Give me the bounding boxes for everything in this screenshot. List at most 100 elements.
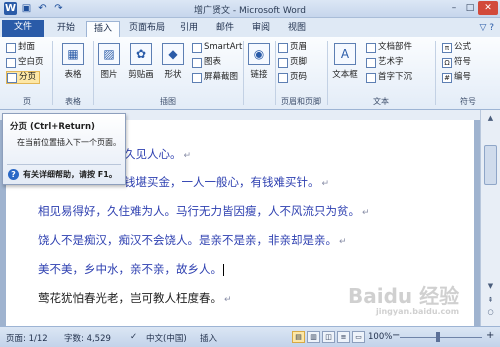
status-mode[interactable]: 插入 <box>200 332 217 344</box>
divider <box>435 41 436 105</box>
tab-page-layout[interactable]: 页面布局 <box>124 21 170 37</box>
outline-view-button[interactable]: ≡ <box>337 331 350 343</box>
group-illustrations: ▨ 图片 ✿ 剪贴画 ◆ 形状 SmartArt 图表 屏幕截图 插图 <box>94 39 242 108</box>
tab-view[interactable]: 视图 <box>282 21 312 37</box>
cover-page-icon <box>6 42 16 53</box>
screenshot-button[interactable]: 屏幕截图 <box>192 71 238 84</box>
ribbon-tabs: 文件 开始 插入 页面布局 引用 邮件 审阅 视图 ▽ ? <box>0 18 500 37</box>
link-button[interactable]: ◉ 链接 <box>244 43 274 80</box>
status-bar: 页面: 1/12 字数: 4,529 ✓ 中文(中国) 插入 ▤ ▥ ◫ ≡ ▭… <box>0 326 500 347</box>
zoom-level[interactable]: 100% <box>368 332 392 342</box>
smartart-button[interactable]: SmartArt <box>192 41 242 54</box>
text-line: 美不美，乡中水，亲不亲，故乡人。 <box>38 262 224 276</box>
group-label-tables: 表格 <box>65 97 81 106</box>
ribbon-help-icon[interactable]: ▽ ? <box>479 23 494 33</box>
web-layout-view-button[interactable]: ◫ <box>322 331 335 343</box>
footer-icon <box>278 57 288 68</box>
tab-insert[interactable]: 插入 <box>86 21 120 37</box>
tooltip: 分页 (Ctrl+Return) 在当前位置插入下一个页面。 ? 有关详细帮助，请… <box>2 113 126 185</box>
textbox-button[interactable]: A 文本框 <box>328 43 362 80</box>
page-number-icon <box>278 72 288 83</box>
wordart-button[interactable]: 艺术字 <box>366 56 404 69</box>
page-number-button[interactable]: 页码 <box>278 71 307 84</box>
group-label-header-footer: 页眉和页脚 <box>281 97 321 106</box>
zoom-in-icon[interactable]: + <box>486 330 494 341</box>
shapes-button[interactable]: ◆ 形状 <box>158 43 188 80</box>
print-layout-view-button[interactable]: ▤ <box>292 331 305 343</box>
group-symbols: π 公式 Ω 符号 # 编号 符号 <box>438 39 498 108</box>
tab-review[interactable]: 审阅 <box>246 21 276 37</box>
chart-button[interactable]: 图表 <box>192 56 221 69</box>
table-icon: ▦ <box>62 43 84 65</box>
blank-page-button[interactable]: 空白页 <box>6 56 44 69</box>
status-words[interactable]: 字数: 4,529 <box>64 332 111 344</box>
text-line: 饶人不是痴汉，痴汉不会饶人。是亲不是亲，非亲却是亲。 ↵ <box>38 233 347 247</box>
page-break-button[interactable]: 分页 <box>6 71 41 84</box>
cover-page-button[interactable]: 封面 <box>6 41 35 54</box>
status-page[interactable]: 页面: 1/12 <box>6 332 48 344</box>
divider <box>7 164 121 165</box>
globe-icon: ◉ <box>248 43 270 65</box>
group-text: A 文本框 文档部件 艺术字 首字下沉 文本 <box>328 39 434 108</box>
scroll-up-icon[interactable]: ▲ <box>484 112 497 124</box>
dropcap-icon <box>366 72 376 83</box>
footer-button[interactable]: 页脚 <box>278 56 307 69</box>
header-button[interactable]: 页眉 <box>278 41 307 54</box>
window-title: 增广贤文 - Microsoft Word <box>194 6 306 16</box>
scroll-thumb[interactable] <box>484 145 497 185</box>
text-line: 莺花犹怕春光老，岂可教人枉度春。 ↵ <box>38 291 232 305</box>
minimize-button[interactable]: – <box>446 1 462 15</box>
window-controls: – □ ✕ <box>446 1 498 15</box>
text-line: 相见易得好，久住难为人。马行无力皆因瘦，人不风流只为贫。 ↵ <box>38 204 370 218</box>
group-label-symbols: 符号 <box>460 97 476 106</box>
symbol-button[interactable]: Ω 符号 <box>442 56 471 69</box>
tab-home[interactable]: 开始 <box>50 21 82 37</box>
draft-view-button[interactable]: ▭ <box>352 331 365 343</box>
scroll-down-icon[interactable]: ▼ <box>484 280 497 292</box>
vertical-scrollbar[interactable]: ▲ ▼ ⇞ ○ <box>480 110 500 326</box>
dropcap-button[interactable]: 首字下沉 <box>366 71 412 84</box>
fullscreen-reading-view-button[interactable]: ▥ <box>307 331 320 343</box>
tooltip-help: ? 有关详细帮助，请按 F1。 <box>8 169 117 180</box>
numbering-button[interactable]: # 编号 <box>442 71 471 84</box>
equation-button[interactable]: π 公式 <box>442 41 471 54</box>
text-line: 久见人心。 ↵ <box>124 147 192 161</box>
omega-icon: Ω <box>442 57 452 68</box>
clipart-button[interactable]: ✿ 剪贴画 <box>124 43 158 80</box>
picture-button[interactable]: ▨ 图片 <box>94 43 124 80</box>
group-header-footer: 页眉 页脚 页码 页眉和页脚 <box>276 39 326 108</box>
text-line: 钱堪买金，一人一般心，有钱难买针。 ↵ <box>124 175 330 189</box>
title-bar: W ▣ ↶ ↷ 增广贤文 - Microsoft Word – □ ✕ <box>0 0 500 18</box>
text-cursor <box>223 263 224 276</box>
quickparts-button[interactable]: 文档部件 <box>366 41 412 54</box>
number-icon: # <box>442 72 452 83</box>
picture-icon: ▨ <box>98 43 120 65</box>
wordart-icon <box>366 57 376 68</box>
tab-references[interactable]: 引用 <box>174 21 204 37</box>
close-button[interactable]: ✕ <box>478 1 498 15</box>
shapes-icon: ◆ <box>162 43 184 65</box>
group-tables: ▦ 表格 表格 <box>54 39 92 108</box>
quickparts-icon <box>366 42 376 53</box>
textbox-icon: A <box>334 43 356 65</box>
group-pages: 封面 空白页 分页 页 <box>4 39 50 108</box>
browse-object-icon[interactable]: ○ <box>484 306 497 318</box>
maximize-button[interactable]: □ <box>462 1 478 15</box>
group-label-pages: 页 <box>23 97 31 106</box>
help-icon: ? <box>8 169 19 180</box>
ribbon: 封面 空白页 分页 页 ▦ 表格 表格 ▨ 图片 ✿ 剪贴画 ◆ 形状 SmartArt… <box>0 37 500 110</box>
zoom-slider-handle[interactable] <box>436 332 440 342</box>
screenshot-icon <box>192 72 202 83</box>
group-label-text: 文本 <box>373 97 389 106</box>
group-label-illustrations: 插图 <box>160 97 176 106</box>
table-button[interactable]: ▦ 表格 <box>58 43 88 80</box>
zoom-out-icon[interactable]: − <box>392 330 400 341</box>
tooltip-description: 在当前位置插入下一个页面。 <box>17 138 121 147</box>
zoom-slider[interactable] <box>400 337 482 338</box>
tab-mailings[interactable]: 邮件 <box>210 21 240 37</box>
status-language[interactable]: 中文(中国) <box>146 332 187 344</box>
status-proofing-icon[interactable]: ✓ <box>130 332 137 342</box>
previous-page-icon[interactable]: ⇞ <box>484 294 497 306</box>
chart-icon <box>192 57 202 68</box>
tab-file[interactable]: 文件 <box>2 20 44 37</box>
